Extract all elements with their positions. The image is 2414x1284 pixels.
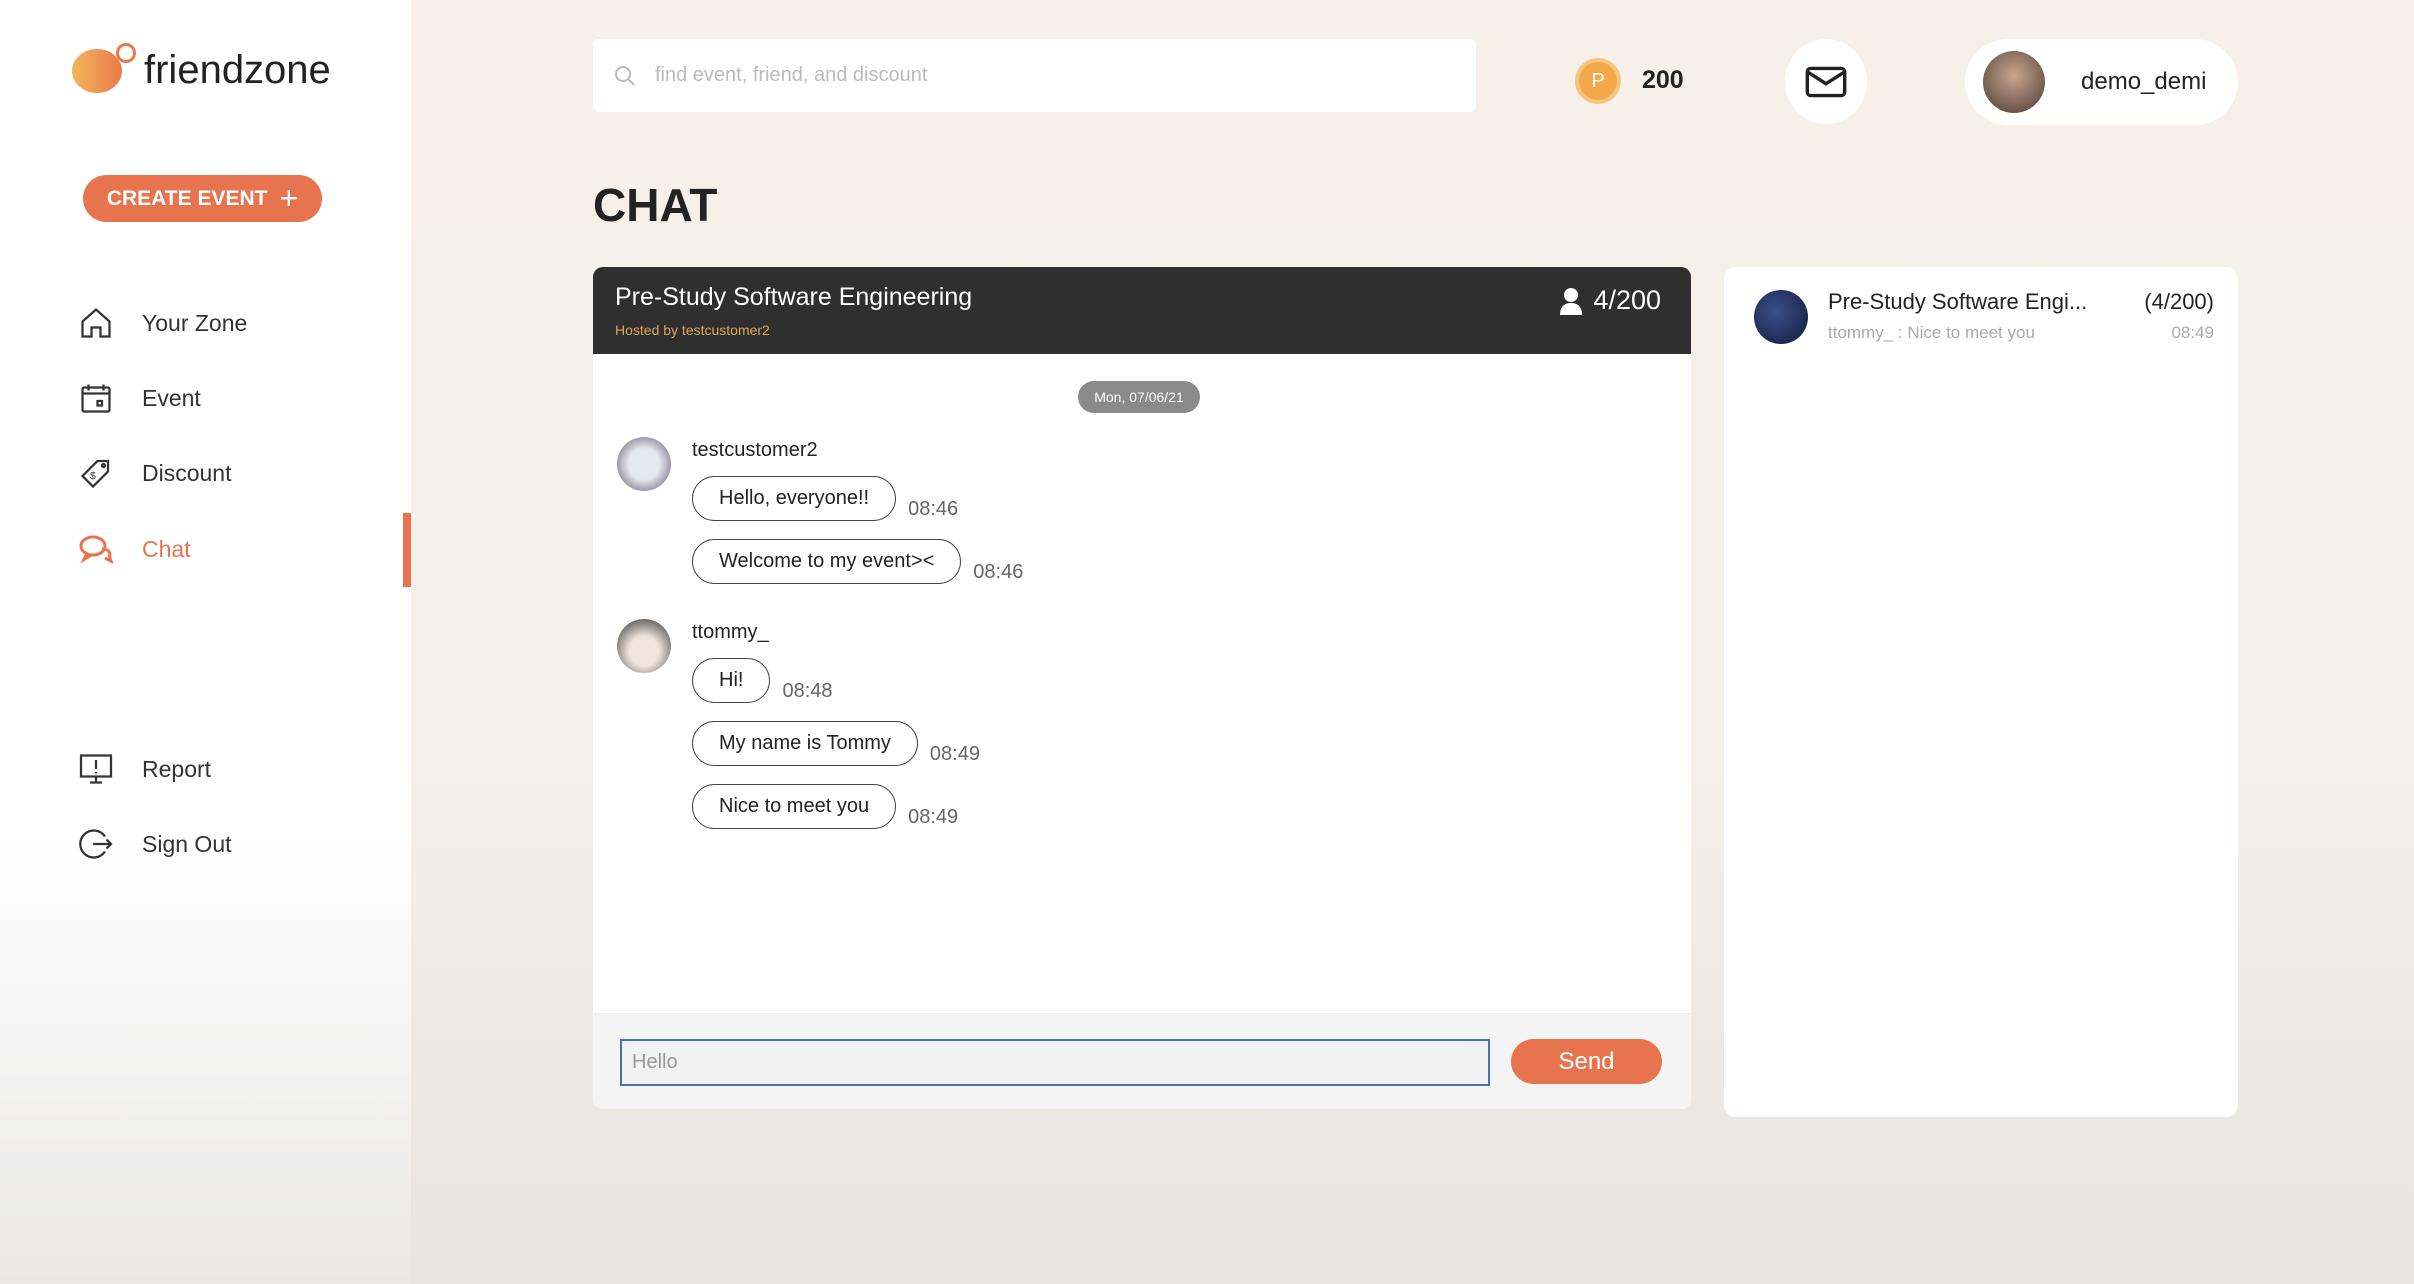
message-time: 08:46 — [973, 561, 1024, 583]
message-bubble: Hello, everyone!! — [692, 476, 897, 521]
monitor-icon — [79, 754, 113, 784]
plus-icon: + — [279, 180, 299, 216]
message: Hi! 08:48 — [692, 658, 980, 703]
search-icon — [615, 65, 635, 86]
user-icon — [1560, 287, 1583, 315]
message-bubble: Hi! — [692, 658, 771, 703]
sidebar-item-chat[interactable]: Chat — [78, 531, 191, 567]
message-composer: Hello Send — [593, 1013, 1691, 1109]
message-group: ttommy_ Hi! 08:48 My name is Tommy 08:49 N… — [617, 619, 980, 829]
user-avatar — [1983, 51, 2045, 113]
sidebar-item-label: Your Zone — [142, 309, 248, 336]
sidebar-item-label: Sign Out — [142, 830, 232, 857]
sidebar-item-report[interactable]: Report — [78, 751, 211, 787]
message-time: 08:49 — [929, 743, 980, 765]
message: Hello, everyone!! 08:46 — [692, 476, 1023, 521]
message-time: 08:49 — [908, 806, 959, 828]
room-avatar — [1754, 290, 1808, 344]
active-indicator — [403, 513, 411, 587]
logo-text: friendzone — [144, 48, 331, 92]
chat-room-item[interactable]: Pre-Study Software Engi... (4/200) ttomm… — [1754, 287, 2214, 347]
sidebar-item-label: Discount — [142, 459, 232, 486]
chat-room-list: Pre-Study Software Engi... (4/200) ttomm… — [1724, 267, 2238, 1117]
sender-avatar — [617, 437, 671, 491]
username: demo_demi — [2081, 68, 2207, 95]
page-title: CHAT — [593, 179, 718, 231]
user-menu[interactable]: demo_demi — [1965, 39, 2238, 125]
sender-avatar — [617, 619, 671, 673]
mail-icon — [1805, 66, 1847, 97]
search-placeholder: find event, friend, and discount — [655, 64, 928, 86]
room-name: Pre-Study Software Engi... — [1828, 289, 2088, 314]
sidebar-item-label: Report — [142, 755, 212, 782]
sidebar-item-label: Event — [142, 384, 201, 411]
sidebar-item-your-zone[interactable]: Your Zone — [78, 305, 247, 341]
mail-button[interactable] — [1785, 39, 1867, 124]
sign-out-icon — [79, 829, 113, 859]
room-time: 08:49 — [2171, 323, 2214, 342]
coin-icon: P — [1575, 58, 1621, 104]
message: Welcome to my event>< 08:46 — [692, 539, 1023, 584]
tag-icon: $ — [80, 459, 110, 489]
send-button[interactable]: Send — [1511, 1039, 1662, 1084]
sidebar-item-label: Chat — [142, 535, 191, 562]
message: Nice to meet you 08:49 — [692, 784, 980, 829]
sidebar-item-sign-out[interactable]: Sign Out — [78, 826, 232, 862]
message-time: 08:46 — [908, 498, 959, 520]
message: My name is Tommy 08:49 — [692, 721, 980, 766]
message-bubble: Welcome to my event>< — [692, 539, 962, 584]
sidebar-item-discount[interactable]: $ Discount — [78, 455, 231, 491]
sidebar-item-event[interactable]: Event — [78, 380, 201, 416]
sender-name: ttommy_ — [692, 621, 769, 643]
calendar-icon — [81, 384, 111, 413]
room-count: (4/200) — [2144, 289, 2214, 314]
chat-icon — [79, 535, 114, 564]
message-bubble: My name is Tommy — [692, 721, 918, 766]
chat-panel: Pre-Study Software Engineering Hosted by… — [593, 267, 1691, 1109]
create-event-label: CREATE EVENT — [106, 186, 268, 210]
member-count-text: 4/200 — [1593, 285, 1661, 315]
message-group: testcustomer2 Hello, everyone!! 08:46 Wel… — [617, 437, 1023, 584]
member-count: 4/200 — [1559, 285, 1661, 316]
logo-icon — [72, 42, 136, 93]
logo[interactable]: friendzone — [72, 42, 331, 93]
date-separator: Mon, 07/06/21 — [1078, 381, 1200, 413]
message-input[interactable]: Hello — [620, 1039, 1490, 1086]
create-event-button[interactable]: CREATE EVENT + — [83, 175, 322, 222]
search-input[interactable]: find event, friend, and discount — [593, 39, 1476, 112]
chat-header: Pre-Study Software Engineering Hosted by… — [593, 267, 1691, 354]
sidebar: friendzone CREATE EVENT + Your Zone Event… — [0, 0, 411, 1284]
sender-name: testcustomer2 — [692, 439, 818, 461]
chat-title: Pre-Study Software Engineering — [615, 283, 973, 311]
home-icon — [81, 307, 111, 338]
room-last-message: ttommy_ : Nice to meet you — [1828, 323, 2035, 342]
chat-host: Hosted by testcustomer2 — [615, 322, 770, 338]
points-balance: 200 — [1642, 66, 1684, 94]
svg-text:$: $ — [90, 470, 96, 482]
message-time: 08:48 — [782, 680, 833, 702]
message-bubble: Nice to meet you — [692, 784, 897, 829]
